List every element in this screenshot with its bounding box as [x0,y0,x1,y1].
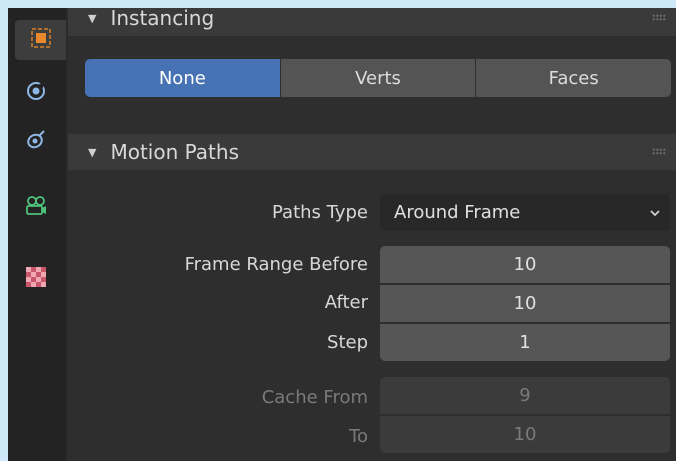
paths-type-value: Around Frame [394,202,521,223]
cache-from-label: Cache From [261,387,368,408]
collapse-arrow-icon: ▼ [88,11,97,25]
drag-grip-icon[interactable] [652,14,666,21]
frame-range-before-field[interactable]: 10 [380,246,670,283]
instancing-option-verts[interactable]: Verts [280,59,477,97]
frame-range-before-label: Frame Range Before [184,254,368,275]
physics-icon [24,79,48,107]
texture-checker-icon [26,267,46,291]
instancing-panel-title: Instancing [110,8,215,30]
motion-paths-panel-header[interactable]: ▼ Motion Paths [68,134,676,170]
after-label: After [324,292,368,313]
instancing-panel-header[interactable]: ▼ Instancing [68,8,676,36]
tab-physics[interactable] [15,73,57,113]
chevron-down-icon [648,204,662,225]
tab-texture[interactable] [15,259,57,299]
tab-object[interactable] [15,20,66,60]
cache-to-field: 10 [380,416,670,453]
properties-editor: ▼ Instancing None Verts Faces ▼ Motion P… [8,8,676,461]
step-field[interactable]: 1 [380,324,670,361]
properties-tab-strip [8,8,66,461]
paths-type-label: Paths Type [272,202,368,223]
paths-type-dropdown[interactable]: Around Frame [380,194,670,231]
frame-range-after-field[interactable]: 10 [380,285,670,322]
motion-paths-panel-title: Motion Paths [110,140,239,164]
cache-to-label: To [349,426,368,447]
drag-grip-icon[interactable] [652,148,666,155]
instancing-option-faces[interactable]: Faces [476,59,671,97]
step-label: Step [327,332,368,353]
collapse-arrow-icon: ▼ [88,145,97,159]
object-data-camera-icon [23,193,49,223]
tab-constraints[interactable] [15,121,57,161]
cache-from-field: 9 [380,377,670,414]
instancing-mode-selector: None Verts Faces [85,59,671,97]
constraints-icon [24,127,48,155]
object-properties-icon [29,26,53,54]
tab-camera-data[interactable] [15,188,57,228]
properties-content: ▼ Instancing None Verts Faces ▼ Motion P… [68,8,676,461]
instancing-option-none[interactable]: None [85,59,281,97]
